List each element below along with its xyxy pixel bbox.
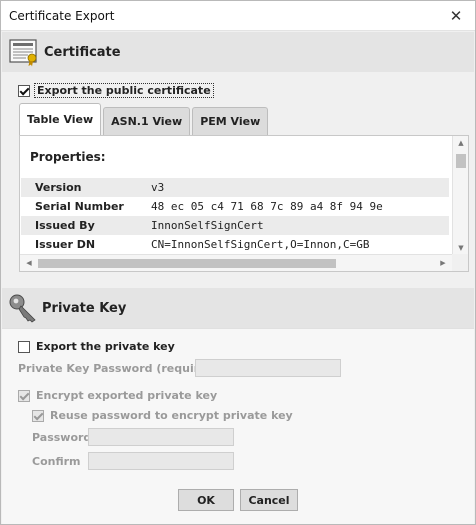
view-tabs: Table View ASN.1 View PEM View: [19, 103, 270, 135]
tab-label: PEM View: [200, 115, 261, 128]
property-key: Issued By: [35, 219, 95, 232]
title-bar: Certificate Export ✕: [1, 1, 475, 31]
horizontal-scrollbar[interactable]: ◀ ▶: [20, 254, 452, 271]
ok-button[interactable]: OK: [178, 489, 234, 511]
password-label: Password: [32, 431, 92, 444]
table-row[interactable]: Serial Number 48 ec 05 c4 71 68 7c 89 a4…: [21, 197, 449, 216]
certificate-icon: [9, 39, 37, 67]
confirm-label: Confirm: [32, 455, 81, 468]
encrypt-exported-row[interactable]: Encrypt exported private key: [18, 389, 217, 402]
confirm-row: Confirm: [32, 455, 81, 468]
private-key-section-title: Private Key: [42, 300, 127, 316]
scroll-corner: [452, 254, 468, 271]
export-public-checkbox[interactable]: [18, 84, 30, 97]
private-key-password-row: Private Key Password (required):: [18, 362, 224, 375]
horizontal-scroll-thumb[interactable]: [38, 259, 336, 268]
tab-label: Table View: [27, 113, 94, 126]
scroll-left-icon[interactable]: ◀: [22, 255, 36, 271]
key-icon: [9, 294, 36, 323]
certificate-section-header: Certificate: [2, 32, 474, 72]
password-input[interactable]: [88, 428, 234, 446]
vertical-scrollbar[interactable]: ▲ ▼: [452, 136, 468, 255]
certificate-section-title: Certificate: [44, 44, 121, 60]
table-row[interactable]: Issued By InnonSelfSignCert: [21, 216, 449, 235]
property-value: CN=InnonSelfSignCert,O=Innon,C=GB: [151, 238, 370, 251]
properties-title: Properties:: [30, 150, 106, 164]
encrypt-exported-label: Encrypt exported private key: [36, 389, 218, 402]
encrypt-exported-checkbox[interactable]: [18, 389, 30, 402]
export-public-row[interactable]: Export the public certificate: [18, 83, 214, 98]
tab-table-view[interactable]: Table View: [19, 103, 102, 135]
property-key: Issuer DN: [35, 238, 96, 251]
reuse-password-checkbox[interactable]: [32, 409, 44, 422]
table-view-panel: Properties: Version v3 Serial Number 48 …: [19, 135, 469, 272]
private-key-section-header: Private Key: [2, 288, 474, 328]
vertical-scroll-thumb[interactable]: [456, 154, 466, 168]
window-title: Certificate Export: [9, 8, 115, 23]
reuse-password-row[interactable]: Reuse password to encrypt private key: [32, 409, 293, 422]
reuse-password-label: Reuse password to encrypt private key: [50, 409, 293, 422]
tab-pem-view[interactable]: PEM View: [192, 107, 269, 135]
cancel-button[interactable]: Cancel: [240, 489, 298, 511]
property-key: Version: [35, 181, 82, 194]
scroll-right-icon[interactable]: ▶: [436, 255, 450, 271]
table-row[interactable]: Version v3: [21, 178, 449, 197]
confirm-input[interactable]: [88, 452, 234, 470]
export-public-label: Export the public certificate: [34, 83, 214, 98]
tab-asn1-view[interactable]: ASN.1 View: [103, 107, 191, 135]
export-private-checkbox[interactable]: [18, 340, 30, 353]
certificate-export-dialog: Certificate Export ✕ Certificate Export …: [0, 0, 476, 525]
property-value: 48 ec 05 c4 71 68 7c 89 a4 8f 94 9e: [151, 200, 383, 213]
private-key-panel: [2, 328, 474, 524]
scroll-up-icon[interactable]: ▲: [453, 136, 469, 150]
table-row[interactable]: Issuer DN CN=InnonSelfSignCert,O=Innon,C…: [21, 235, 449, 254]
property-value: v3: [151, 181, 165, 194]
close-icon[interactable]: ✕: [447, 7, 465, 25]
export-private-label: Export the private key: [36, 340, 175, 353]
property-key: Serial Number: [35, 200, 124, 213]
export-private-row[interactable]: Export the private key: [18, 340, 175, 353]
tab-label: ASN.1 View: [111, 115, 183, 128]
property-value: InnonSelfSignCert: [151, 219, 264, 232]
scroll-down-icon[interactable]: ▼: [453, 241, 469, 255]
private-key-password-label: Private Key Password (required):: [18, 362, 224, 375]
password-row: Password: [32, 431, 91, 444]
private-key-password-input[interactable]: [195, 359, 341, 377]
